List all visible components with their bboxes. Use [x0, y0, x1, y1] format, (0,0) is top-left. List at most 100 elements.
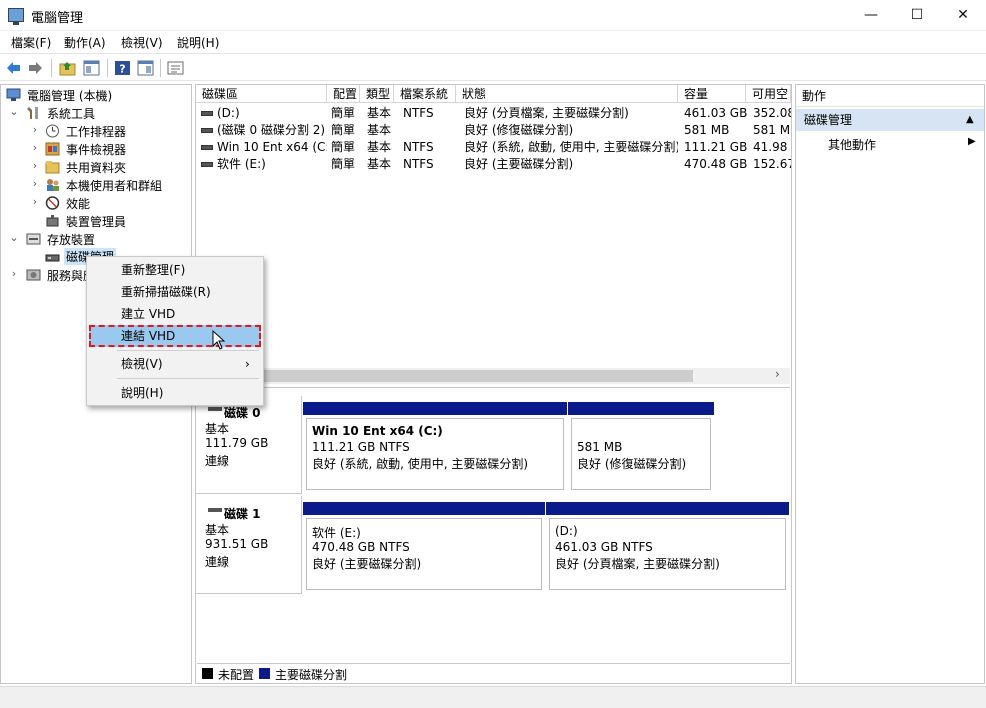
menu-item-attach-vhd[interactable]: 連結 VHD — [89, 325, 261, 347]
toolbar: ? — [0, 53, 986, 81]
partition-size: 581 MB — [577, 440, 623, 454]
partition-title: 软件 (E:) — [312, 526, 361, 540]
partition-color-bar — [303, 502, 545, 515]
partition-size: 461.03 GB NTFS — [555, 540, 653, 554]
legend: 未配置 主要磁碟分割 — [197, 663, 790, 683]
partition-recovery[interactable]: 581 MB 良好 (修復磁碟分割) — [568, 402, 714, 494]
collapse-icon[interactable]: ▲ — [966, 109, 974, 131]
table-row[interactable]: (磁碟 0 磁碟分割 2) 簡單 基本 良好 (修復磁碟分割) 581 MB 5… — [196, 122, 791, 139]
tree-label: 事件檢視器 — [66, 143, 127, 157]
partition-status: 良好 (系統, 啟動, 使用中, 主要磁碟分割) — [312, 457, 529, 471]
cell-status: 良好 (主要磁碟分割) — [464, 157, 574, 171]
tree-item-task-scheduler[interactable]: › 工作排程器 — [1, 122, 191, 140]
menu-item-rescan-disks[interactable]: 重新掃描磁碟(R) — [89, 281, 261, 303]
cell-layout: 簡單 — [331, 157, 356, 171]
cell-status: 良好 (分頁檔案, 主要磁碟分割) — [464, 106, 629, 120]
show-hide-tree-icon[interactable] — [83, 60, 100, 76]
menu-view[interactable]: 檢視(V) — [121, 34, 163, 51]
tree-item-storage[interactable]: ⌄ 存放裝置 — [1, 230, 191, 248]
tree-item-event-viewer[interactable]: › 事件檢視器 — [1, 140, 191, 158]
menu-help[interactable]: 說明(H) — [177, 34, 219, 51]
column-header-free-space[interactable]: 可用空 — [746, 85, 791, 103]
column-header-volume[interactable]: 磁碟區 — [196, 85, 327, 103]
column-header-filesystem[interactable]: 檔案系統 — [394, 85, 456, 103]
chevron-down-icon[interactable]: ⌄ — [9, 231, 19, 244]
tree-item-performance[interactable]: › 效能 — [1, 194, 191, 212]
legend-label-primary: 主要磁碟分割 — [275, 668, 348, 682]
cell-volume: Win 10 Ent x64 (C:) — [217, 140, 327, 154]
disk-icon — [45, 254, 60, 262]
console-icon[interactable] — [137, 60, 154, 76]
partition-d[interactable]: (D:) 461.03 GB NTFS 良好 (分頁檔案, 主要磁碟分割) — [546, 502, 789, 594]
actions-section-disk-management[interactable]: 磁碟管理 ▲ — [796, 109, 984, 131]
close-button[interactable]: ✕ — [940, 0, 986, 31]
splitter[interactable] — [197, 387, 790, 388]
volume-icon — [201, 145, 213, 150]
tree-item-shared-folders[interactable]: › 共用資料夾 — [1, 158, 191, 176]
menu-item-create-vhd[interactable]: 建立 VHD — [89, 303, 261, 325]
chevron-right-icon[interactable]: › — [30, 177, 40, 190]
column-header-layout[interactable]: 配置 — [327, 85, 360, 103]
chevron-down-icon[interactable]: ⌄ — [9, 105, 19, 118]
partition-size: 470.48 GB NTFS — [312, 540, 410, 554]
tree-label: 裝置管理員 — [66, 215, 127, 229]
actions-more[interactable]: 其他動作 ▶ — [796, 133, 984, 153]
tree-item-root[interactable]: 電腦管理 (本機) — [1, 86, 191, 104]
forward-arrow-icon[interactable] — [27, 60, 44, 76]
scroll-right-arrow-icon[interactable]: › — [775, 367, 780, 381]
performance-icon — [45, 196, 60, 210]
maximize-button[interactable]: ☐ — [894, 0, 940, 31]
partition-body: Win 10 Ent x64 (C:) 111.21 GB NTFS 良好 (系… — [306, 418, 564, 490]
cell-volume: (磁碟 0 磁碟分割 2) — [217, 123, 326, 137]
minimize-button[interactable]: — — [848, 0, 894, 31]
tree-label: 共用資料夾 — [66, 161, 127, 175]
chevron-right-icon[interactable]: › — [30, 123, 40, 136]
tree-item-system-tools[interactable]: ⌄ 系統工具 — [1, 104, 191, 122]
tree-item-device-manager[interactable]: 裝置管理員 — [1, 212, 191, 230]
cell-capacity: 461.03 GB — [684, 106, 748, 120]
cell-status: 良好 (修復磁碟分割) — [464, 123, 574, 137]
tree-label: 電腦管理 (本機) — [27, 89, 113, 103]
cell-free-space: 41.98 C — [753, 140, 791, 154]
storage-icon — [26, 233, 41, 245]
legend-swatch-primary — [259, 668, 270, 679]
window-title: 電腦管理 — [31, 11, 84, 26]
tree-label: 效能 — [66, 197, 91, 211]
tree-item-local-users[interactable]: › 本機使用者和群組 — [1, 176, 191, 194]
disk-name: 磁碟 1 — [224, 507, 261, 521]
chevron-right-icon[interactable]: › — [30, 159, 40, 172]
cell-type: 基本 — [367, 123, 392, 137]
chevron-right-icon[interactable]: › — [30, 195, 40, 208]
up-folder-icon[interactable] — [59, 60, 76, 76]
back-arrow-icon[interactable] — [5, 60, 22, 76]
menu-item-view[interactable]: 檢視(V) › — [89, 353, 261, 375]
partition-body: 581 MB 良好 (修復磁碟分割) — [571, 418, 711, 490]
scrollbar-thumb[interactable] — [197, 370, 693, 382]
disk-0-label[interactable]: 磁碟 0 基本 111.79 GB 連線 — [196, 396, 302, 494]
table-row[interactable]: Win 10 Ent x64 (C:) 簡單 基本 NTFS 良好 (系統, 啟… — [196, 139, 791, 156]
cell-filesystem: NTFS — [403, 106, 434, 120]
partition-c[interactable]: Win 10 Ent x64 (C:) 111.21 GB NTFS 良好 (系… — [303, 402, 567, 494]
partition-e[interactable]: 软件 (E:) 470.48 GB NTFS 良好 (主要磁碟分割) — [303, 502, 545, 594]
disk-1-label[interactable]: 磁碟 1 基本 931.51 GB 連線 — [196, 496, 302, 594]
table-row[interactable]: (D:) 簡單 基本 NTFS 良好 (分頁檔案, 主要磁碟分割) 461.03… — [196, 105, 791, 122]
chevron-right-icon[interactable]: › — [30, 141, 40, 154]
horizontal-scrollbar[interactable]: › — [197, 367, 790, 384]
menu-item-refresh[interactable]: 重新整理(F) — [89, 259, 261, 281]
menu-action[interactable]: 動作(A) — [64, 34, 106, 51]
partition-title: (D:) — [555, 524, 578, 538]
toolbar-separator — [107, 59, 108, 77]
cell-free-space: 152.67 — [753, 157, 791, 171]
tree-label: 本機使用者和群組 — [66, 179, 163, 193]
disk-icon — [208, 407, 222, 411]
menu-item-help[interactable]: 說明(H) — [89, 382, 261, 404]
menu-file[interactable]: 檔案(F) — [11, 34, 51, 51]
column-header-capacity[interactable]: 容量 — [678, 85, 746, 103]
column-header-type[interactable]: 類型 — [360, 85, 394, 103]
column-header-status[interactable]: 狀態 — [456, 85, 678, 103]
properties-icon[interactable] — [167, 60, 184, 76]
help-icon[interactable]: ? — [114, 60, 131, 76]
chevron-right-icon[interactable]: › — [9, 267, 19, 280]
table-row[interactable]: 软件 (E:) 簡單 基本 NTFS 良好 (主要磁碟分割) 470.48 GB… — [196, 156, 791, 173]
partition-status: 良好 (主要磁碟分割) — [312, 557, 422, 571]
